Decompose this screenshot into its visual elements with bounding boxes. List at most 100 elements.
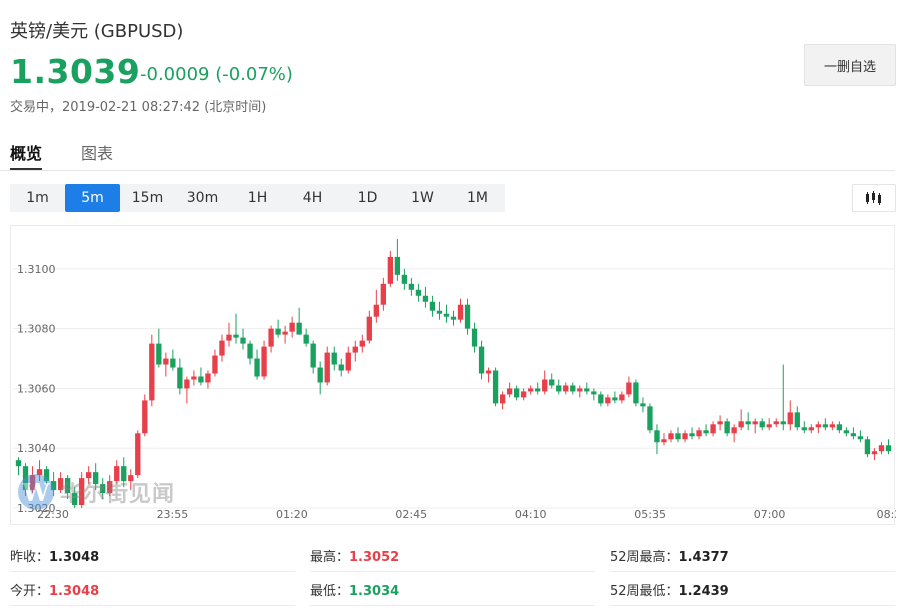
range-1m-button[interactable]: 1m [10, 184, 65, 212]
candle-body [724, 421, 730, 434]
candle-body [829, 424, 836, 428]
candle-body [556, 385, 562, 392]
candle-body [535, 388, 541, 392]
candle-body [766, 424, 772, 428]
candle-body [366, 316, 372, 341]
candle-body [492, 370, 499, 404]
candle-body [268, 328, 274, 347]
candle-body [205, 373, 211, 383]
last-price: 1.3039 [10, 52, 141, 91]
remove-watchlist-button[interactable]: 一删自选 [804, 44, 896, 86]
candle-body [345, 352, 351, 371]
candle-body [836, 424, 843, 431]
candle-body [401, 274, 408, 284]
candle-body [857, 436, 864, 440]
x-tick-label: 04:10 [515, 508, 547, 521]
candle-body [864, 439, 871, 455]
chart-type-button[interactable] [852, 184, 896, 212]
candle-body [513, 388, 520, 398]
stats-row-1: 昨收：1.3048 最高：1.3052 52周最高：1.4377 [0, 538, 895, 572]
range-1w-button[interactable]: 1W [395, 184, 450, 212]
range-1mo-button[interactable]: 1M [450, 184, 505, 212]
tab-bar: 概览 图表 [0, 132, 895, 171]
candle-body [163, 358, 169, 365]
candle-body [759, 421, 765, 428]
candle-body [549, 379, 555, 386]
candle-body [156, 343, 162, 365]
candle-body [598, 394, 604, 404]
candle-body [682, 433, 688, 440]
range-1h-button[interactable]: 1H [230, 184, 285, 212]
candle-body [240, 337, 246, 344]
candle-body [710, 424, 716, 434]
range-5m-button[interactable]: 5m [65, 184, 120, 212]
candle-body [15, 460, 22, 467]
candle-body [731, 427, 737, 434]
range-30m-button[interactable]: 30m [175, 184, 230, 212]
stat-52w-low: 52周最低：1.2439 [610, 584, 729, 599]
candle-body [542, 379, 548, 392]
candle-body [457, 304, 464, 320]
candle-body [885, 445, 892, 452]
candle-body [822, 424, 829, 428]
stats-row-2: 今开：1.3048 最低：1.3034 52周最低：1.2439 [0, 572, 895, 606]
candle-body [415, 289, 422, 296]
candle-body [219, 340, 225, 356]
candle-body [198, 376, 204, 383]
stat-52w-high: 52周最高：1.4377 [610, 550, 729, 565]
trading-status: 交易中，2019-02-21 08:27:42 (北京时间) [10, 100, 267, 115]
tab-overview[interactable]: 概览 [10, 140, 42, 164]
candle-body [338, 364, 344, 371]
stat-open: 今开：1.3048 [10, 584, 100, 599]
candle-body [843, 430, 850, 434]
candle-body [591, 391, 597, 395]
tab-chart[interactable]: 图表 [81, 140, 113, 164]
stat-high: 最高：1.3052 [310, 550, 400, 565]
candle-body [633, 382, 639, 404]
candle-body [738, 421, 744, 428]
candle-body [303, 334, 309, 344]
candle-body [247, 343, 253, 359]
watermark-text: 华尔街见闻 [60, 481, 176, 507]
candle-body [310, 343, 316, 368]
x-tick-label: 05:35 [634, 508, 666, 521]
candle-body [773, 421, 779, 425]
candle-body [254, 358, 260, 377]
candle-body [815, 424, 821, 428]
candle-body [191, 376, 197, 380]
divider [610, 605, 895, 606]
candle-body [296, 322, 302, 335]
candle-body [689, 433, 695, 437]
candle-body [878, 445, 885, 452]
candle-body [668, 433, 674, 440]
candle-body [135, 433, 141, 476]
watermark-logo: W 华尔街见闻 [18, 474, 175, 510]
x-tick-label: 08:2 [877, 508, 896, 521]
divider [10, 605, 295, 606]
range-1d-button[interactable]: 1D [340, 184, 395, 212]
candle-body [142, 400, 148, 434]
candle-body [177, 367, 183, 389]
candle-body [850, 433, 857, 437]
range-15m-button[interactable]: 15m [120, 184, 175, 212]
candle-body [331, 352, 337, 365]
candle-body [506, 388, 513, 395]
candle-body [380, 283, 387, 305]
candle-body [563, 385, 569, 392]
candle-body [577, 388, 583, 392]
candle-body [170, 358, 176, 368]
candle-body [528, 388, 534, 392]
candle-body [485, 370, 492, 374]
candle-body [661, 439, 667, 443]
x-tick-label: 07:00 [754, 508, 786, 521]
range-4h-button[interactable]: 4H [285, 184, 340, 212]
candle-body [359, 340, 365, 347]
candle-body [478, 346, 485, 374]
candle-body [584, 388, 590, 392]
candle-body [696, 430, 702, 437]
candle-body [612, 397, 618, 401]
candle-body [317, 367, 323, 383]
candle-body [233, 334, 239, 338]
candle-body [780, 421, 786, 425]
range-selector: 1m 5m 15m 30m 1H 4H 1D 1W 1M [10, 184, 505, 212]
